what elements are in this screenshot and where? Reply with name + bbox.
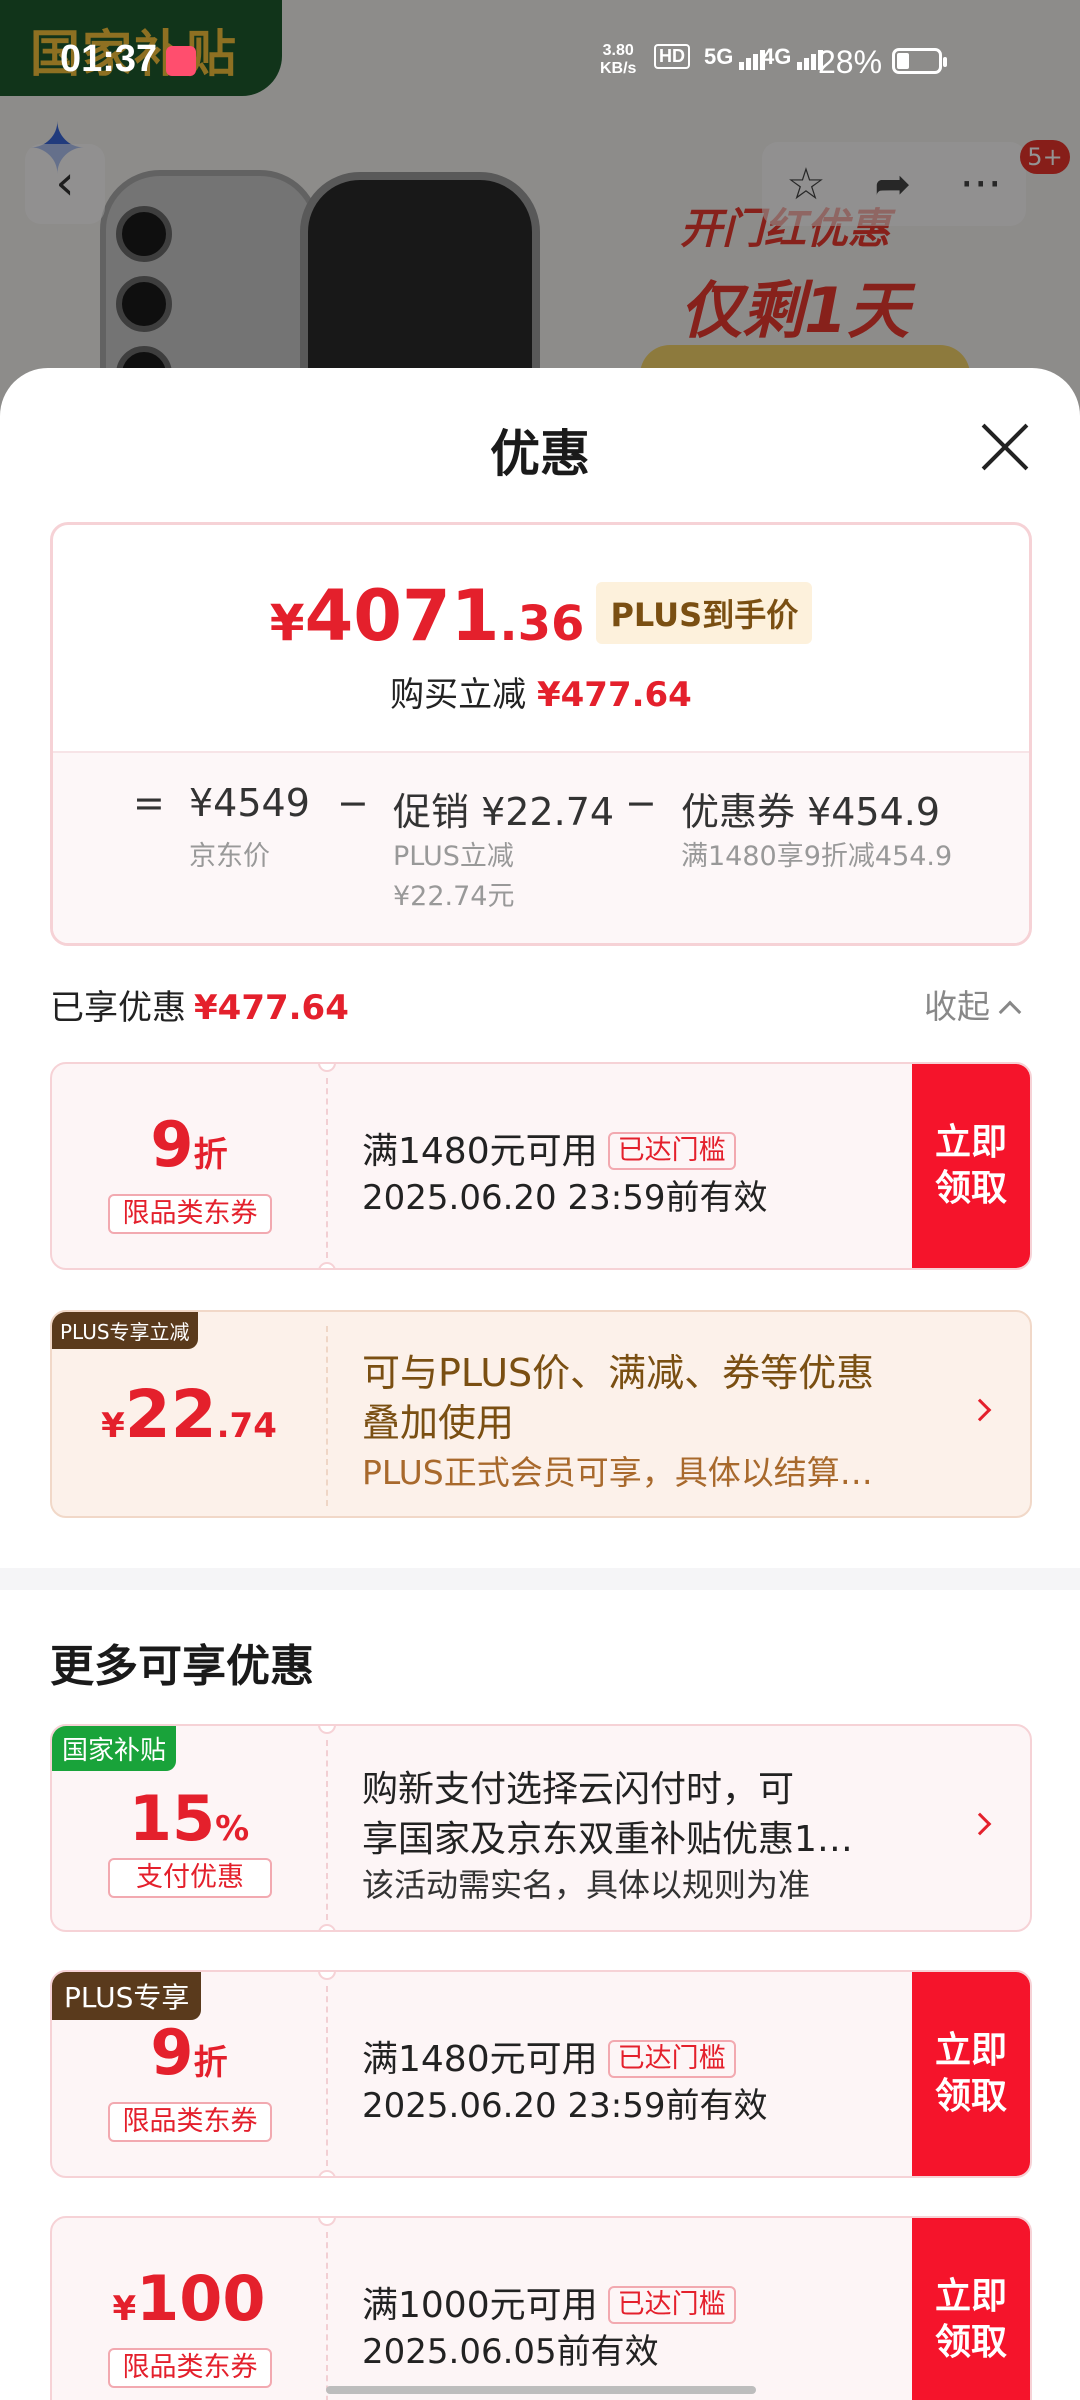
coupon-condition: 满1480元可用 已达门槛 [362, 2030, 736, 2082]
battery-icon [892, 48, 947, 74]
plus-desc-line1: 可与PLUS价、满减、券等优惠 [362, 1351, 875, 1395]
chevron-up-icon [998, 1000, 1022, 1024]
promo-sub: PLUS立减 ¥22.74元 [393, 841, 515, 912]
plus-desc-line3: PLUS正式会员可享，具体以结算… [362, 1453, 873, 1492]
jd-price: ¥4549 [189, 781, 310, 825]
sheet-title: 优惠 [490, 425, 590, 483]
equals-sign: = [133, 781, 165, 825]
coupon-validity: 2025.06.20 23:59前有效 [362, 1178, 768, 1218]
chevron-right-icon [968, 1812, 992, 1836]
total-discount: 购买立减 ¥477.64 [390, 675, 692, 715]
more-offers-title: 更多可享优惠 [50, 1641, 314, 1692]
network-speed: 3.80 KB/s [600, 42, 637, 77]
home-indicator[interactable] [326, 2386, 756, 2394]
claim-button[interactable]: 立即领取 [912, 1064, 1030, 1268]
minus-sign: − [337, 781, 369, 825]
coupon-card: PLUS专享 9折 限品类东券 满1480元可用 已达门槛 2025.06.20 … [50, 1970, 1032, 2178]
app-notification-icon [166, 46, 196, 76]
coupon-amount: 优惠券 ¥454.9 [681, 790, 941, 834]
price-breakdown: = ¥4549 京东价 − 促销 ¥22.74 PLUS立减 ¥22.74元 − … [53, 751, 1029, 943]
payment-offer-chip: 支付优惠 [108, 1858, 272, 1898]
plus-exclusive-tag: PLUS专享立减 [52, 1312, 198, 1349]
collapse-toggle[interactable]: 收起 [924, 980, 1022, 1028]
coupon-type-chip: 限品类东券 [108, 2102, 272, 2142]
hd-icon: HD [654, 44, 690, 69]
clock: 01:37 [60, 38, 158, 80]
plus-desc-line2: 叠加使用 [362, 1401, 515, 1445]
claim-button[interactable]: 立即领取 [912, 1972, 1030, 2176]
coupon-condition: 满1000元可用 已达门槛 [362, 2276, 736, 2328]
close-icon[interactable] [970, 412, 1040, 482]
status-bar: 01:37 3.80 KB/s HD 5G 4G 28% [0, 0, 1080, 120]
coupon-type-chip: 限品类东券 [108, 2348, 272, 2388]
subsidy-offer-card[interactable]: 国家补贴 15% 支付优惠 购新支付选择云闪付时，可 享国家及京东双重补贴优惠1… [50, 1724, 1032, 1932]
price-summary-card: ¥4071.36 PLUS到手价 购买立减 ¥477.64 = ¥4549 京东价… [50, 522, 1032, 946]
coupon-value: ¥100 [112, 2262, 266, 2335]
coupon-card: 9折 限品类东券 满1480元可用 已达门槛 2025.06.20 23:59前有… [50, 1062, 1032, 1270]
coupon-sub: 满1480享9折减454.9 [681, 841, 953, 872]
coupon-value: 9折 [150, 1108, 228, 1181]
jd-price-label: 京东价 [189, 841, 270, 872]
coupon-condition: 满1480元可用 已达门槛 [362, 1122, 736, 1174]
coupon-type-chip: 限品类东券 [108, 1194, 272, 1234]
coupon-value: 9折 [150, 2016, 228, 2089]
national-subsidy-tag: 国家补贴 [52, 1726, 177, 1771]
coupon-validity: 2025.06.20 23:59前有效 [362, 2086, 768, 2126]
promo-amount: 促销 ¥22.74 [393, 790, 615, 834]
battery-level: 28% [818, 44, 883, 80]
subsidy-desc-line2: 享国家及京东双重补贴优惠1… [362, 1819, 853, 1860]
enjoyed-discount: 已享优惠 ¥477.64 [50, 988, 349, 1028]
section-divider [0, 1568, 1080, 1590]
subsidy-desc-line3: 该活动需实名，具体以规则为准 [362, 1866, 811, 1904]
subsidy-value: 15% [128, 1782, 250, 1855]
minus-sign: − [625, 781, 657, 825]
final-price: ¥4071.36 PLUS到手价 [53, 575, 1029, 657]
chevron-right-icon [968, 1398, 992, 1422]
coupon-validity: 2025.06.05前有效 [362, 2332, 659, 2372]
threshold-reached-tag: 已达门槛 [607, 2040, 736, 2078]
discount-sheet: 优惠 ¥4071.36 PLUS到手价 购买立减 ¥477.64 = ¥4549 … [0, 368, 1080, 2400]
signal-5g-icon: 5G [704, 44, 767, 70]
plus-exclusive-tag: PLUS专享 [52, 1972, 202, 2020]
coupon-card: ¥100 限品类东券 满1000元可用 已达门槛 2025.06.05前有效 立即… [50, 2216, 1032, 2400]
threshold-reached-tag: 已达门槛 [607, 1132, 736, 1170]
plus-discount-value: ¥22.74 [101, 1376, 277, 1453]
subsidy-desc-line1: 购新支付选择云闪付时，可 [362, 1769, 795, 1810]
signal-4g-icon: 4G [762, 44, 825, 70]
threshold-reached-tag: 已达门槛 [607, 2286, 736, 2324]
plus-price-tag: PLUS到手价 [596, 582, 813, 644]
claim-button[interactable]: 立即领取 [912, 2218, 1030, 2400]
plus-discount-card[interactable]: PLUS专享立减 ¥22.74 可与PLUS价、满减、券等优惠 叠加使用 PLU… [50, 1310, 1032, 1518]
